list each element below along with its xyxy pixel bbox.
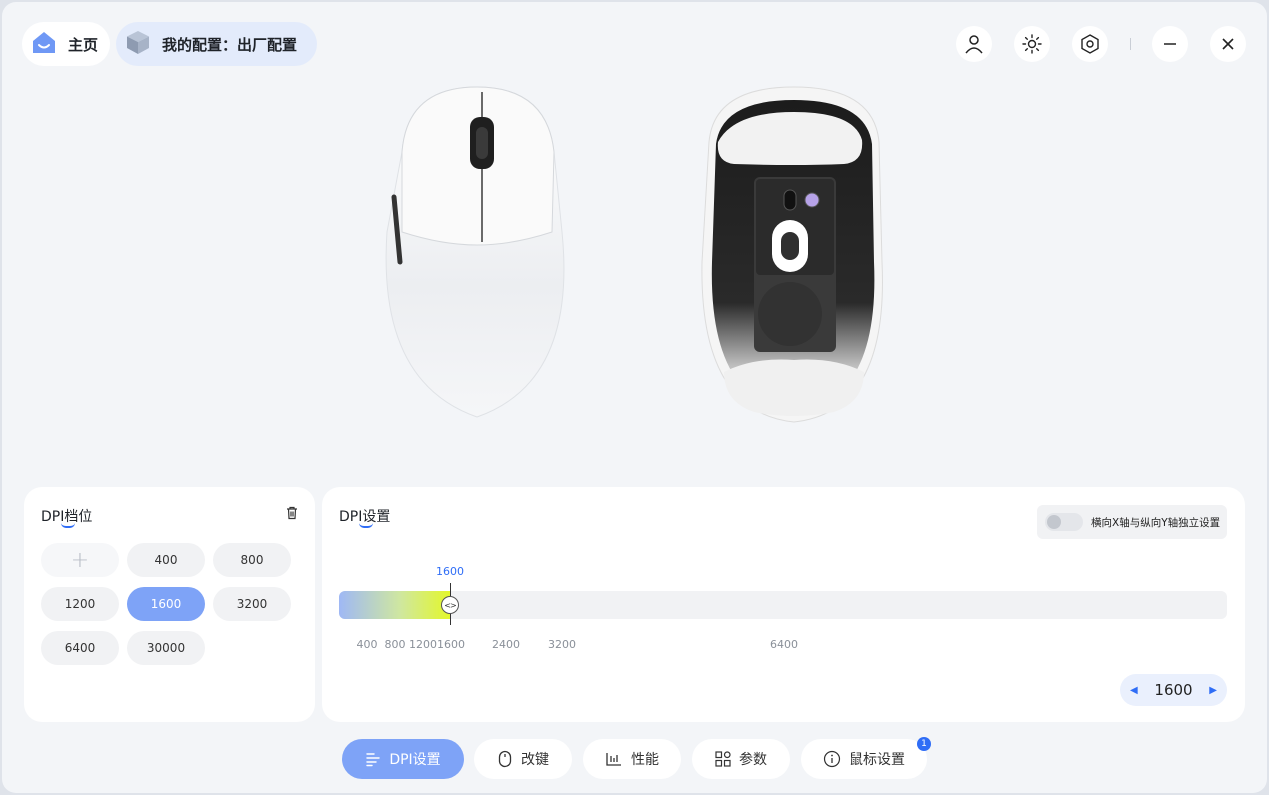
user-button[interactable] [956,26,992,62]
minimize-icon [1164,43,1176,45]
minimize-button[interactable] [1152,26,1188,62]
dpi-slider-track[interactable] [339,591,1227,619]
dpi-tick-label: 6400 [770,638,798,651]
cube-icon [124,28,152,60]
dpi-tick-label: 400 [356,638,378,651]
mouse-bottom-view [701,86,883,423]
independent-xy-label: 横向X轴与纵向Y轴独立设置 [1091,516,1221,529]
dpi-increase-button[interactable]: ▶ [1209,685,1217,696]
dpi-decrease-button[interactable]: ◀ [1130,685,1138,696]
independent-xy-toggle[interactable] [1045,513,1083,531]
dpi-list-icon [366,753,381,767]
tab-label: 性能 [631,752,659,768]
grid-params-icon [715,751,731,767]
dpi-level-chip[interactable]: 1200 [41,587,119,621]
tab-parameters[interactable]: 参数 [692,739,790,779]
mouse-icon [498,750,512,768]
home-icon [30,28,58,60]
dpi-tick-label: 1200 [409,638,437,651]
dpi-slider-fill [339,591,450,619]
notification-badge: 1 [917,737,931,751]
add-dpi-level-button[interactable]: + [41,543,119,577]
dpi-slider-thumb[interactable]: <> [441,596,459,614]
dpi-levels-panel: DPI档位 + 400 800 1200 1600 3200 6400 3000… [24,487,315,722]
performance-chart-icon [606,753,621,766]
user-icon [965,35,983,54]
tab-mouse-settings[interactable]: 鼠标设置 1 [801,737,931,779]
settings-button[interactable] [1072,26,1108,62]
tab-label: 参数 [739,752,767,768]
config-selector[interactable]: 我的配置：出厂配置 [116,22,318,66]
independent-xy-setting: 横向X轴与纵向Y轴独立设置 [1037,505,1227,539]
home-label: 主页 [68,35,99,54]
tab-key-remap[interactable]: 改键 [474,739,572,779]
close-button[interactable] [1210,26,1246,62]
tab-label: 鼠标设置 [849,752,905,768]
dpi-tick-label: 2400 [492,638,520,651]
tab-label: 改键 [521,752,549,768]
dpi-level-chip[interactable]: 400 [127,543,205,577]
brightness-button[interactable] [1014,26,1050,62]
dpi-tick-label: 800 [384,638,406,651]
dpi-level-chip-selected[interactable]: 1600 [127,587,205,621]
dpi-tick-label: 3200 [548,638,576,651]
close-icon [1222,38,1234,50]
tab-label: DPI设置 [389,752,441,768]
dpi-level-chip[interactable]: 30000 [127,631,205,665]
brightness-icon [1022,34,1042,54]
dpi-levels-title: DPI档位 [41,506,92,528]
current-dpi-label: 1600 [436,565,464,578]
tab-performance[interactable]: 性能 [583,739,681,779]
info-icon [823,750,841,768]
dpi-level-chip[interactable]: 6400 [41,631,119,665]
home-button[interactable]: 主页 [22,22,111,66]
app-window: 主页 我的配置：出厂配置 DPI档位 + 400 800 1200 1600 3… [2,2,1267,793]
dpi-tick-label: 1600 [437,638,465,651]
header-divider [1130,38,1131,50]
dpi-stepper-value[interactable]: 1600 [1154,681,1192,699]
dpi-settings-title: DPI设置 [339,506,390,528]
tab-dpi-settings[interactable]: DPI设置 [342,739,464,779]
dpi-settings-panel: DPI设置 横向X轴与纵向Y轴独立设置 1600 <> 400 800 1200… [322,487,1245,722]
dpi-level-chip[interactable]: 3200 [213,587,291,621]
dpi-stepper: ◀ 1600 ▶ [1120,674,1227,706]
delete-icon[interactable] [285,506,299,520]
mouse-top-view [385,86,565,418]
config-label: 我的配置：出厂配置 [162,35,298,54]
dpi-level-chip[interactable]: 800 [213,543,291,577]
settings-icon [1081,34,1099,54]
